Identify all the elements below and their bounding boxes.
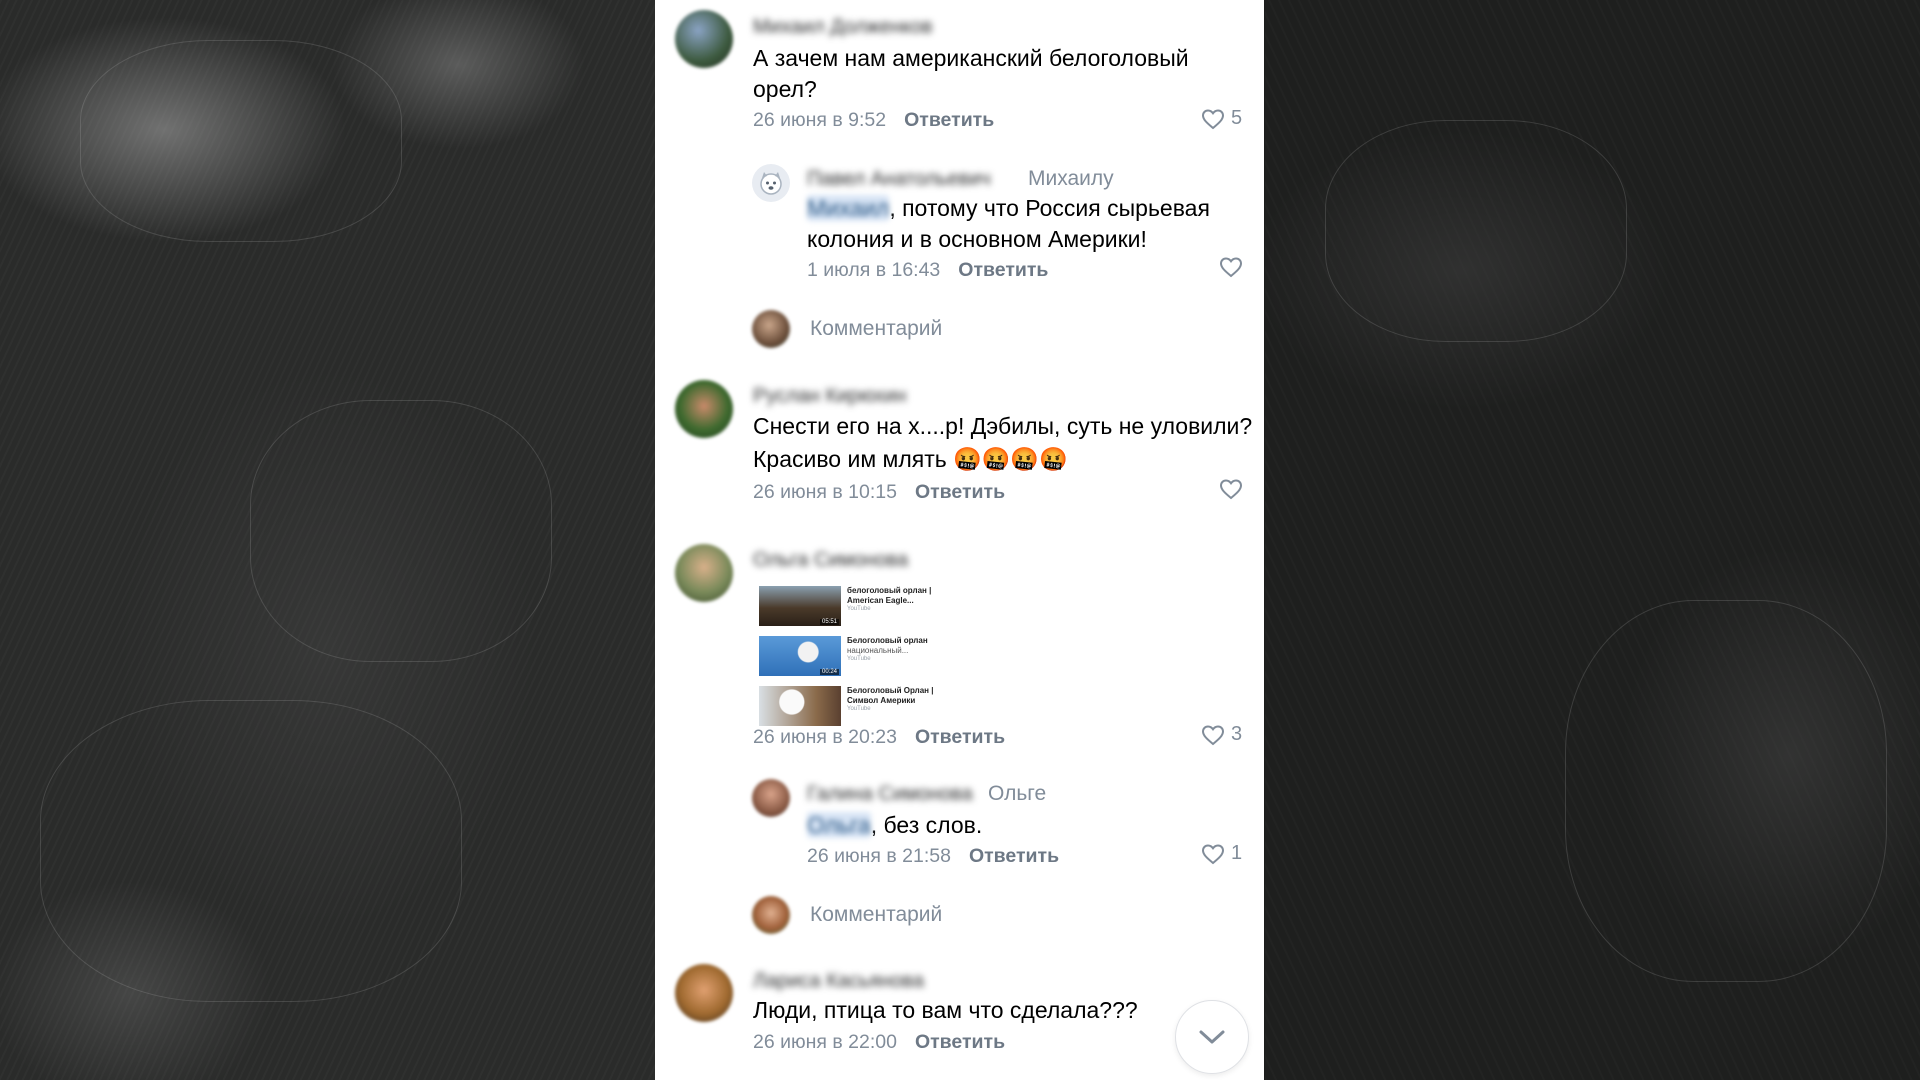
heart-icon (1219, 479, 1243, 500)
comment-author[interactable]: Михаил Долженков (753, 16, 933, 39)
video-duration: 05:51 (819, 619, 839, 625)
dog-avatar-icon (760, 172, 782, 195)
comment-author[interactable]: Ольга Симонова (753, 549, 908, 572)
comment-text: Люди, птица то вам что сделала??? (753, 997, 1138, 1023)
angry-emoji-icon: 🤬 (953, 446, 982, 472)
avatar[interactable] (675, 964, 733, 1022)
like-button[interactable] (1219, 478, 1243, 500)
comment-meta: 26 июня в 9:52 Ответить (753, 109, 994, 132)
avatar[interactable] (752, 779, 790, 817)
like-count: 5 (1231, 107, 1243, 129)
like-count: 1 (1231, 842, 1243, 864)
chevron-down-icon (1199, 1030, 1225, 1044)
reply-to[interactable]: Ольге (988, 782, 1046, 806)
video-source: YouTube (847, 656, 871, 662)
avatar[interactable] (675, 10, 733, 68)
reply-button[interactable]: Ответить (915, 726, 1005, 748)
video-source: YouTube (847, 706, 871, 712)
video-thumbnail[interactable]: 05:51 (759, 586, 841, 626)
video-title[interactable]: Белоголовый Орлан | Символ Америки (847, 686, 933, 705)
video-thumbnail[interactable] (759, 686, 841, 726)
background-map-left (0, 0, 655, 1080)
heart-icon (1201, 843, 1225, 864)
comment-time[interactable]: 26 июня в 21:58 (807, 845, 951, 867)
video-title[interactable]: белоголовый орлан | American Eagle... (847, 586, 931, 605)
comment-author[interactable]: Руслан Кирюхин (753, 385, 906, 408)
angry-emoji-icon: 🤬 (1010, 446, 1040, 472)
comment-text: А зачем нам американский белоголовый оре… (753, 45, 1189, 102)
my-avatar (752, 310, 790, 348)
write-comment-placeholder[interactable]: Комментарий (810, 317, 942, 341)
reply-button[interactable]: Ответить (915, 481, 1005, 503)
comment-meta: 26 июня в 22:00 Ответить (753, 1031, 1005, 1054)
video-attachment[interactable]: Белоголовый Орлан | Символ Америки YouTub… (759, 686, 939, 728)
reply-button[interactable]: Ответить (969, 845, 1059, 867)
avatar[interactable] (675, 544, 733, 602)
video-source: YouTube (847, 606, 871, 612)
like-count: 3 (1231, 723, 1243, 745)
like-button[interactable]: 3 (1201, 723, 1242, 746)
comment-text: Михаил, потому что Россия сырьевая колон… (807, 195, 1210, 252)
write-comment-placeholder[interactable]: Комментарий (810, 903, 942, 927)
like-button[interactable]: 5 (1201, 107, 1242, 130)
comment-meta: 1 июля в 16:43 Ответить (807, 259, 1048, 282)
reply-button[interactable]: Ответить (904, 109, 994, 131)
heart-icon (1219, 257, 1243, 278)
avatar[interactable] (675, 380, 733, 438)
like-button[interactable]: 1 (1201, 842, 1242, 865)
comment-author[interactable]: Галина Симонова (807, 783, 973, 806)
comments-panel: Михаил Долженков А зачем нам американски… (655, 0, 1264, 1080)
video-duration: 00:24 (819, 669, 839, 675)
video-thumbnail[interactable]: 00:24 (759, 636, 841, 676)
comment-time[interactable]: 26 июня в 22:00 (753, 1031, 897, 1053)
comment-author[interactable]: Лариса Касьянова (753, 970, 924, 993)
mention-link[interactable]: Михаил (807, 195, 890, 221)
avatar[interactable] (752, 164, 790, 202)
my-avatar (752, 896, 790, 934)
scroll-down-button[interactable] (1175, 1000, 1249, 1074)
comment-author[interactable]: Павел Анатольевич (807, 168, 991, 191)
reply-to[interactable]: Михаилу (1028, 167, 1114, 191)
comment-text: Ольга, без слов. (807, 812, 983, 838)
comment-time[interactable]: 1 июля в 16:43 (807, 259, 940, 281)
write-comment-row[interactable]: Комментарий (752, 310, 942, 348)
angry-emoji-icon: 🤬 (1039, 446, 1068, 472)
comment-time[interactable]: 26 июня в 20:23 (753, 726, 897, 748)
reply-button[interactable]: Ответить (915, 1031, 1005, 1053)
comment-time[interactable]: 26 июня в 10:15 (753, 481, 897, 503)
comment-text: Снести его на х....р! Дэбилы, суть не ул… (753, 413, 1253, 472)
heart-icon (1201, 724, 1225, 745)
comment-meta: 26 июня в 21:58 Ответить (807, 845, 1059, 868)
video-attachment[interactable]: 05:51 белоголовый орлан | American Eagle… (759, 586, 939, 628)
video-attachments: 05:51 белоголовый орлан | American Eagle… (759, 586, 939, 736)
background-map-right (1265, 0, 1920, 1080)
comment-meta: 26 июня в 20:23 Ответить (753, 726, 1005, 749)
reply-button[interactable]: Ответить (958, 259, 1048, 281)
like-button[interactable] (1219, 256, 1243, 278)
comment-time[interactable]: 26 июня в 9:52 (753, 109, 886, 131)
video-title[interactable]: Белоголовый орлан (847, 636, 928, 645)
comment-meta: 26 июня в 10:15 Ответить (753, 481, 1005, 504)
angry-emoji-icon: 🤬 (981, 446, 1011, 472)
heart-icon (1201, 108, 1225, 129)
video-attachment[interactable]: 00:24 Белоголовый орлан национальный... Yo… (759, 636, 939, 678)
write-comment-row[interactable]: Комментарий (752, 896, 942, 934)
video-subtitle: национальный... (847, 645, 909, 655)
mention-link[interactable]: Ольга (807, 812, 871, 838)
